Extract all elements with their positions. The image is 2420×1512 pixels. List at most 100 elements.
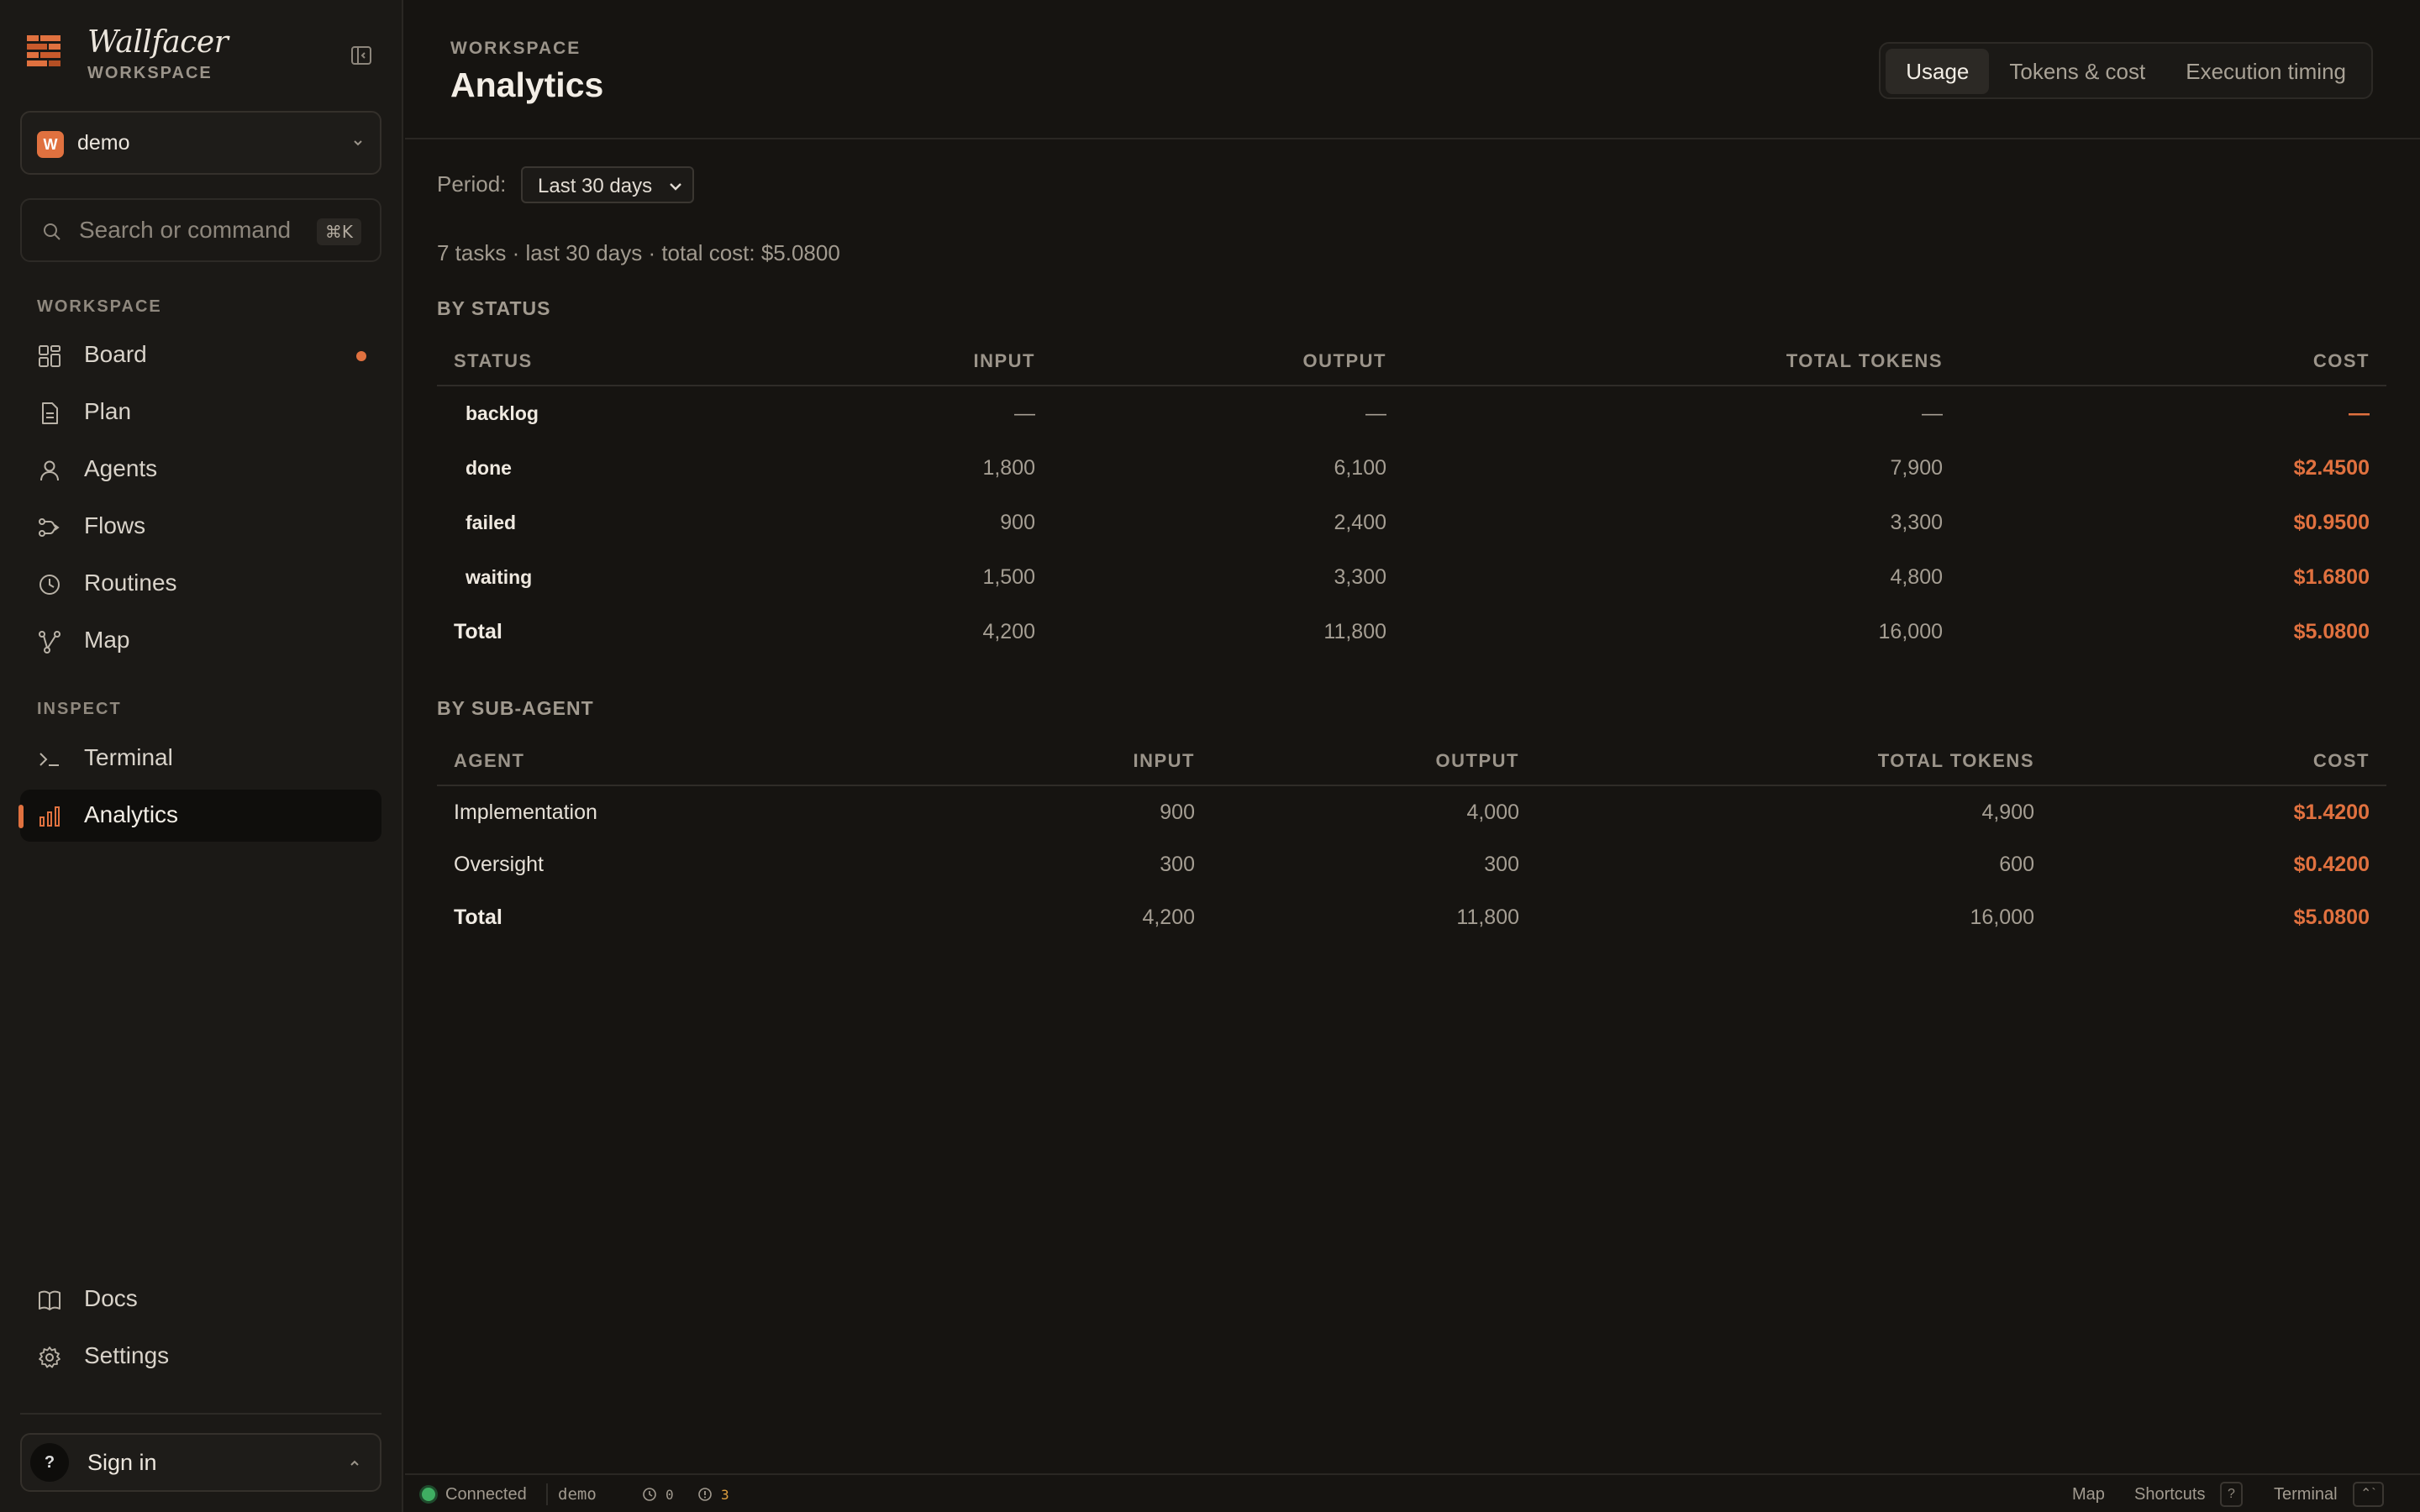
cost-cell: $1.4200 — [2293, 800, 2370, 824]
total-cell: 4,800 — [1890, 565, 1943, 589]
col-cost: COST — [2312, 350, 2370, 371]
sidebar-item-label: Routines — [84, 570, 177, 596]
table-row: backlog — — — — — [437, 386, 2386, 441]
table-row: Implementation 900 4,000 4,900 $1.4200 — [437, 786, 2386, 838]
sidebar-item-label: Plan — [84, 398, 132, 424]
total-cell: 16,000 — [1878, 620, 1943, 643]
total-row: Total 4,200 11,800 16,000 $5.0800 — [437, 605, 2386, 659]
cost-cell: $0.4200 — [2293, 852, 2370, 876]
tab-execution-timing[interactable]: Execution timing — [2165, 49, 2366, 94]
status-bar: Connected demo 0 3 Map Shortcuts ? Termi… — [405, 1473, 2420, 1512]
connection-status: Connected — [445, 1485, 527, 1504]
table-title-by-status: BY STATUS — [437, 297, 551, 319]
terminal-icon — [39, 753, 59, 766]
col-output: OUTPUT — [1435, 750, 1519, 771]
table-row: done 1,800 6,100 7,900 $2.4500 — [437, 441, 2386, 496]
sidebar-item-flows[interactable]: Flows — [20, 501, 381, 553]
wall-logo-icon — [27, 35, 60, 66]
table-row: failed 900 2,400 3,300 $0.9500 — [437, 496, 2386, 550]
page-title: Analytics — [450, 66, 604, 104]
sidebar: Wallfacer WORKSPACE W demo Search or com… — [0, 0, 403, 1512]
alert-icon — [698, 1488, 712, 1501]
input-cell: 4,200 — [982, 620, 1035, 643]
output-cell: 4,000 — [1466, 800, 1519, 824]
output-cell: 2,400 — [1334, 511, 1386, 534]
brand-name: Wallfacer — [87, 25, 229, 60]
status-cell: failed — [466, 512, 517, 533]
summary-text: 7 tasks · last 30 days · total cost: $5.… — [437, 240, 840, 265]
sub-agent-table: AGENT INPUT OUTPUT TOTAL TOKENS COST Imp… — [437, 738, 2386, 945]
output-cell: 11,800 — [1456, 906, 1519, 929]
total-label: Total — [454, 620, 502, 643]
clock-icon — [39, 575, 60, 595]
bar-chart-icon — [39, 806, 60, 827]
search-shortcut: ⌘K — [316, 218, 361, 245]
sidebar-item-label: Map — [84, 627, 130, 653]
brand: Wallfacer WORKSPACE — [25, 25, 378, 89]
col-output: OUTPUT — [1302, 350, 1386, 371]
status-shortcuts-link[interactable]: Shortcuts — [2134, 1485, 2205, 1504]
workspace-name: demo — [77, 131, 130, 155]
book-icon — [39, 1290, 60, 1310]
output-cell: 300 — [1484, 852, 1519, 876]
tab-tokens-cost[interactable]: Tokens & cost — [1989, 49, 2165, 94]
breadcrumb: WORKSPACE — [450, 39, 581, 58]
total-cell: — — [1922, 402, 1943, 425]
chevron-down-icon — [354, 140, 362, 146]
sidebar-item-settings[interactable]: Settings — [20, 1331, 381, 1383]
sidebar-item-board[interactable]: Board — [20, 329, 381, 381]
total-cell: 3,300 — [1890, 511, 1943, 534]
view-tabs: Usage Tokens & cost Execution timing — [1879, 42, 2373, 99]
sidebar-item-agents[interactable]: Agents — [20, 444, 381, 496]
col-input: INPUT — [973, 350, 1035, 371]
period-select[interactable]: Last 30 days — [521, 166, 694, 203]
map-branch-icon — [39, 631, 60, 654]
col-status: STATUS — [454, 350, 533, 371]
sidebar-item-routines[interactable]: Routines — [20, 558, 381, 610]
clock-count[interactable]: 0 — [666, 1487, 674, 1503]
alert-count[interactable]: 3 — [721, 1487, 729, 1503]
table-header: STATUS INPUT OUTPUT TOTAL TOKENS COST — [437, 338, 2386, 386]
status-terminal-link[interactable]: Terminal — [2274, 1485, 2338, 1504]
avatar: ? — [30, 1443, 69, 1482]
cost-cell: $0.9500 — [2293, 511, 2370, 534]
sidebar-item-docs[interactable]: Docs — [20, 1273, 381, 1326]
table-row: waiting 1,500 3,300 4,800 $1.6800 — [437, 550, 2386, 605]
total-cell: 16,000 — [1970, 906, 2034, 929]
status-cell: backlog — [466, 402, 539, 424]
sidebar-item-terminal[interactable]: Terminal — [20, 732, 381, 785]
input-cell: 900 — [1160, 800, 1195, 824]
section-label-workspace: WORKSPACE — [37, 297, 162, 316]
status-divider — [546, 1483, 548, 1505]
col-total-tokens: TOTAL TOKENS — [1877, 750, 2034, 771]
terminal-key: ⌃` — [2353, 1482, 2384, 1507]
table-row: Oversight 300 300 600 $0.4200 — [437, 838, 2386, 890]
total-cell: 600 — [1999, 852, 2034, 876]
sidebar-item-plan[interactable]: Plan — [20, 386, 381, 438]
search-input[interactable]: Search or command ⌘K — [20, 198, 381, 262]
col-agent: AGENT — [454, 750, 525, 771]
brand-subtitle: WORKSPACE — [87, 64, 213, 82]
sidebar-divider — [20, 1413, 381, 1415]
collapse-sidebar-icon[interactable] — [350, 44, 373, 67]
tab-usage[interactable]: Usage — [1886, 49, 1990, 94]
cost-cell: $5.0800 — [2293, 620, 2370, 643]
input-cell: — — [1014, 402, 1035, 425]
period-value: Last 30 days — [538, 175, 653, 197]
status-workspace: demo — [558, 1485, 597, 1504]
input-cell: 300 — [1160, 852, 1195, 876]
status-map-link[interactable]: Map — [2072, 1485, 2105, 1504]
input-cell: 1,500 — [982, 565, 1035, 589]
cost-cell: $2.4500 — [2293, 456, 2370, 480]
sidebar-item-analytics[interactable]: Analytics — [18, 790, 381, 842]
workspace-selector[interactable]: W demo — [20, 111, 381, 175]
sidebar-item-label: Analytics — [84, 801, 179, 827]
board-icon — [39, 345, 60, 367]
cost-cell: $5.0800 — [2293, 906, 2370, 929]
total-cell: 4,900 — [1981, 800, 2034, 824]
col-cost: COST — [2312, 750, 2370, 771]
main-content: WORKSPACE Analytics Usage Tokens & cost … — [405, 0, 2420, 1512]
flow-icon — [39, 518, 60, 537]
signin-button[interactable]: ? Sign in — [20, 1433, 381, 1492]
sidebar-item-map[interactable]: Map — [20, 615, 381, 667]
